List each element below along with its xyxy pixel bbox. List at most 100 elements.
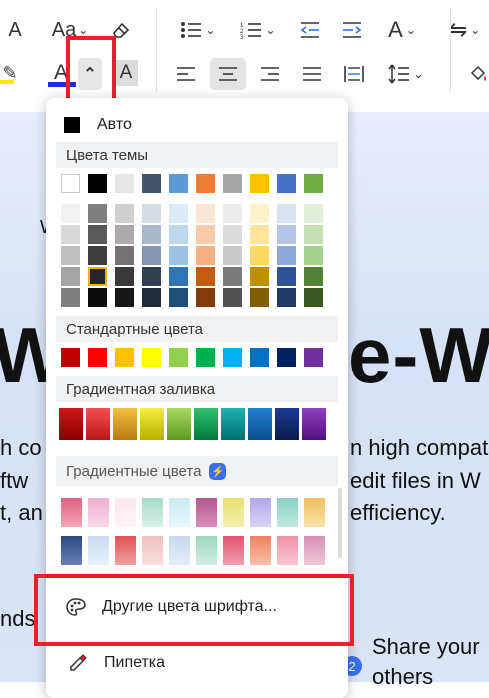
gradient-color-swatch[interactable]	[277, 536, 298, 565]
gradient-color-swatch[interactable]	[196, 536, 217, 565]
theme-shade-swatch[interactable]	[61, 204, 80, 223]
theme-shade-swatch[interactable]	[88, 225, 107, 244]
theme-color-swatch[interactable]	[223, 174, 242, 193]
text-direction-button[interactable]: A ⌄	[380, 16, 424, 44]
theme-shade-swatch[interactable]	[142, 225, 161, 244]
theme-color-swatch[interactable]	[304, 174, 323, 193]
theme-shade-swatch[interactable]	[88, 204, 107, 223]
gradient-fill-swatch[interactable]	[167, 408, 191, 440]
paint-format-button[interactable]	[466, 60, 489, 88]
theme-shade-swatch[interactable]	[61, 288, 80, 307]
theme-color-swatch[interactable]	[250, 174, 269, 193]
character-shading-button[interactable]: A	[114, 60, 138, 86]
standard-color-swatch[interactable]	[223, 348, 242, 367]
align-right-button[interactable]	[256, 60, 284, 88]
theme-color-swatch[interactable]	[196, 174, 215, 193]
standard-color-swatch[interactable]	[142, 348, 161, 367]
line-spacing-button[interactable]: ⌄	[384, 60, 428, 88]
theme-color-swatch[interactable]	[277, 174, 296, 193]
theme-shade-swatch[interactable]	[223, 267, 242, 286]
theme-color-swatch[interactable]	[115, 174, 134, 193]
theme-shade-swatch[interactable]	[88, 246, 107, 265]
gradient-color-swatch[interactable]	[61, 498, 82, 527]
gradient-color-swatch[interactable]	[61, 536, 82, 565]
standard-color-swatch[interactable]	[250, 348, 269, 367]
standard-color-swatch[interactable]	[196, 348, 215, 367]
theme-shade-swatch[interactable]	[115, 225, 134, 244]
theme-shade-swatch[interactable]	[304, 225, 323, 244]
theme-shade-swatch[interactable]	[169, 267, 188, 286]
theme-shade-swatch[interactable]	[196, 225, 215, 244]
bullet-list-button[interactable]: ⌄	[176, 16, 220, 44]
theme-shade-swatch[interactable]	[196, 267, 215, 286]
theme-shade-swatch[interactable]	[61, 225, 80, 244]
standard-color-swatch[interactable]	[61, 348, 80, 367]
theme-shade-swatch[interactable]	[115, 288, 134, 307]
theme-shade-swatch[interactable]	[142, 246, 161, 265]
theme-color-swatch[interactable]	[88, 174, 107, 193]
theme-shade-swatch[interactable]	[115, 246, 134, 265]
standard-color-swatch[interactable]	[169, 348, 188, 367]
standard-color-swatch[interactable]	[88, 348, 107, 367]
theme-shade-swatch[interactable]	[250, 267, 269, 286]
gradient-fill-swatch[interactable]	[221, 408, 245, 440]
theme-shade-swatch[interactable]	[250, 246, 269, 265]
standard-color-swatch[interactable]	[277, 348, 296, 367]
eyedropper-option[interactable]: Пипетка	[46, 648, 348, 678]
gradient-fill-swatch[interactable]	[113, 408, 137, 440]
gradient-color-swatch[interactable]	[223, 536, 244, 565]
theme-shade-swatch[interactable]	[88, 288, 107, 307]
theme-shade-swatch[interactable]	[169, 246, 188, 265]
theme-shade-swatch[interactable]	[169, 288, 188, 307]
align-left-button[interactable]	[172, 60, 200, 88]
gradient-color-swatch[interactable]	[223, 498, 244, 527]
gradient-scrollbar[interactable]	[338, 488, 342, 558]
theme-shade-swatch[interactable]	[223, 246, 242, 265]
standard-color-swatch[interactable]	[115, 348, 134, 367]
theme-shade-swatch[interactable]	[250, 225, 269, 244]
theme-shade-swatch[interactable]	[196, 204, 215, 223]
theme-shade-swatch[interactable]	[277, 225, 296, 244]
gradient-color-swatch[interactable]	[115, 536, 136, 565]
theme-shade-swatch[interactable]	[142, 288, 161, 307]
gradient-fill-swatch[interactable]	[140, 408, 164, 440]
gradient-fill-swatch[interactable]	[59, 408, 83, 440]
font-size-decrease-icon[interactable]: A	[2, 16, 28, 44]
theme-shade-swatch[interactable]	[277, 204, 296, 223]
theme-shade-swatch[interactable]	[169, 225, 188, 244]
theme-shade-swatch[interactable]	[250, 288, 269, 307]
gradient-color-swatch[interactable]	[115, 498, 136, 527]
justify-button[interactable]	[298, 60, 326, 88]
theme-color-swatch[interactable]	[61, 174, 80, 193]
align-center-button[interactable]	[210, 58, 246, 90]
gradient-color-swatch[interactable]	[250, 536, 271, 565]
gradient-color-swatch[interactable]	[250, 498, 271, 527]
gradient-color-swatch[interactable]	[142, 498, 163, 527]
theme-shade-swatch[interactable]	[88, 267, 107, 286]
theme-shade-swatch[interactable]	[115, 267, 134, 286]
gradient-fill-swatch[interactable]	[302, 408, 326, 440]
theme-shade-swatch[interactable]	[223, 204, 242, 223]
standard-color-swatch[interactable]	[304, 348, 323, 367]
theme-shade-swatch[interactable]	[304, 246, 323, 265]
numbered-list-button[interactable]: 123 ⌄	[236, 16, 280, 44]
gradient-color-swatch[interactable]	[169, 536, 190, 565]
gradient-color-swatch[interactable]	[277, 498, 298, 527]
theme-shade-swatch[interactable]	[223, 288, 242, 307]
theme-shade-swatch[interactable]	[277, 246, 296, 265]
decrease-indent-button[interactable]	[296, 16, 324, 44]
theme-shade-swatch[interactable]	[304, 204, 323, 223]
gradient-color-swatch[interactable]	[304, 536, 325, 565]
gradient-color-swatch[interactable]	[88, 498, 109, 527]
theme-color-swatch[interactable]	[142, 174, 161, 193]
theme-shade-swatch[interactable]	[277, 288, 296, 307]
theme-shade-swatch[interactable]	[196, 246, 215, 265]
gradient-color-swatch[interactable]	[196, 498, 217, 527]
gradient-color-swatch[interactable]	[169, 498, 190, 527]
theme-shade-swatch[interactable]	[304, 267, 323, 286]
gradient-color-swatch[interactable]	[304, 498, 325, 527]
theme-shade-swatch[interactable]	[196, 288, 215, 307]
line-direction-button[interactable]: ⇋ ⌄	[440, 16, 489, 44]
theme-shade-swatch[interactable]	[277, 267, 296, 286]
theme-shade-swatch[interactable]	[250, 204, 269, 223]
